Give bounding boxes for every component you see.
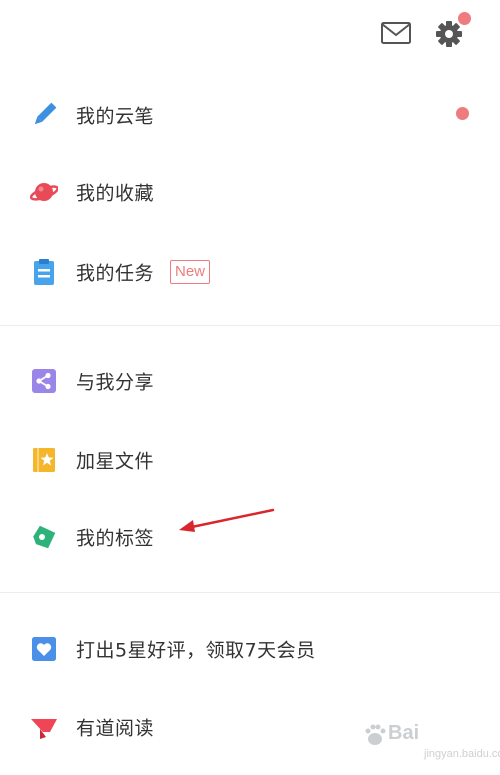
mail-icon[interactable] xyxy=(380,18,412,48)
heart-card-icon xyxy=(30,635,58,663)
menu-item-rate-five-stars[interactable]: 打出5星好评，领取7天会员 xyxy=(0,618,500,680)
divider xyxy=(0,325,500,326)
menu-item-label: 我的任务 xyxy=(76,262,155,285)
tag-icon xyxy=(30,523,58,551)
menu-item-my-tasks[interactable]: 我的任务 New xyxy=(0,241,500,303)
menu-item-my-notes[interactable]: 我的云笔 xyxy=(0,84,500,146)
planet-icon xyxy=(29,178,59,206)
pencil-icon xyxy=(30,101,58,129)
paw-icon xyxy=(365,724,386,745)
new-badge: New xyxy=(170,260,211,284)
top-bar xyxy=(0,0,500,70)
divider xyxy=(0,592,500,593)
menu-item-shared-with-me[interactable]: 与我分享 xyxy=(0,350,500,412)
share-icon xyxy=(30,367,58,395)
clipboard-icon xyxy=(30,258,58,286)
menu-item-label: 我的收藏 xyxy=(76,182,155,205)
menu-item-starred-files[interactable]: 加星文件 xyxy=(0,429,500,491)
menu-item-label: 我的标签 xyxy=(76,527,155,550)
menu-item-label: 有道阅读 xyxy=(76,717,155,740)
reading-icon xyxy=(30,713,58,741)
menu-item-label: 加星文件 xyxy=(76,450,155,473)
watermark-logo: Bai xyxy=(388,722,420,744)
settings-badge-dot xyxy=(458,12,471,25)
menu-item-label: 我的云笔 xyxy=(76,105,155,128)
menu-item-label: 与我分享 xyxy=(76,371,155,394)
annotation-arrow xyxy=(179,508,275,532)
star-file-icon xyxy=(30,446,58,474)
baidu-watermark: Bai jingyan.baidu.com xyxy=(360,718,500,770)
watermark-url: jingyan.baidu.com xyxy=(424,748,500,760)
menu-item-my-favorites[interactable]: 我的收藏 xyxy=(0,161,500,223)
notes-badge-dot xyxy=(456,107,469,120)
menu-item-label: 打出5星好评，领取7天会员 xyxy=(76,639,316,662)
